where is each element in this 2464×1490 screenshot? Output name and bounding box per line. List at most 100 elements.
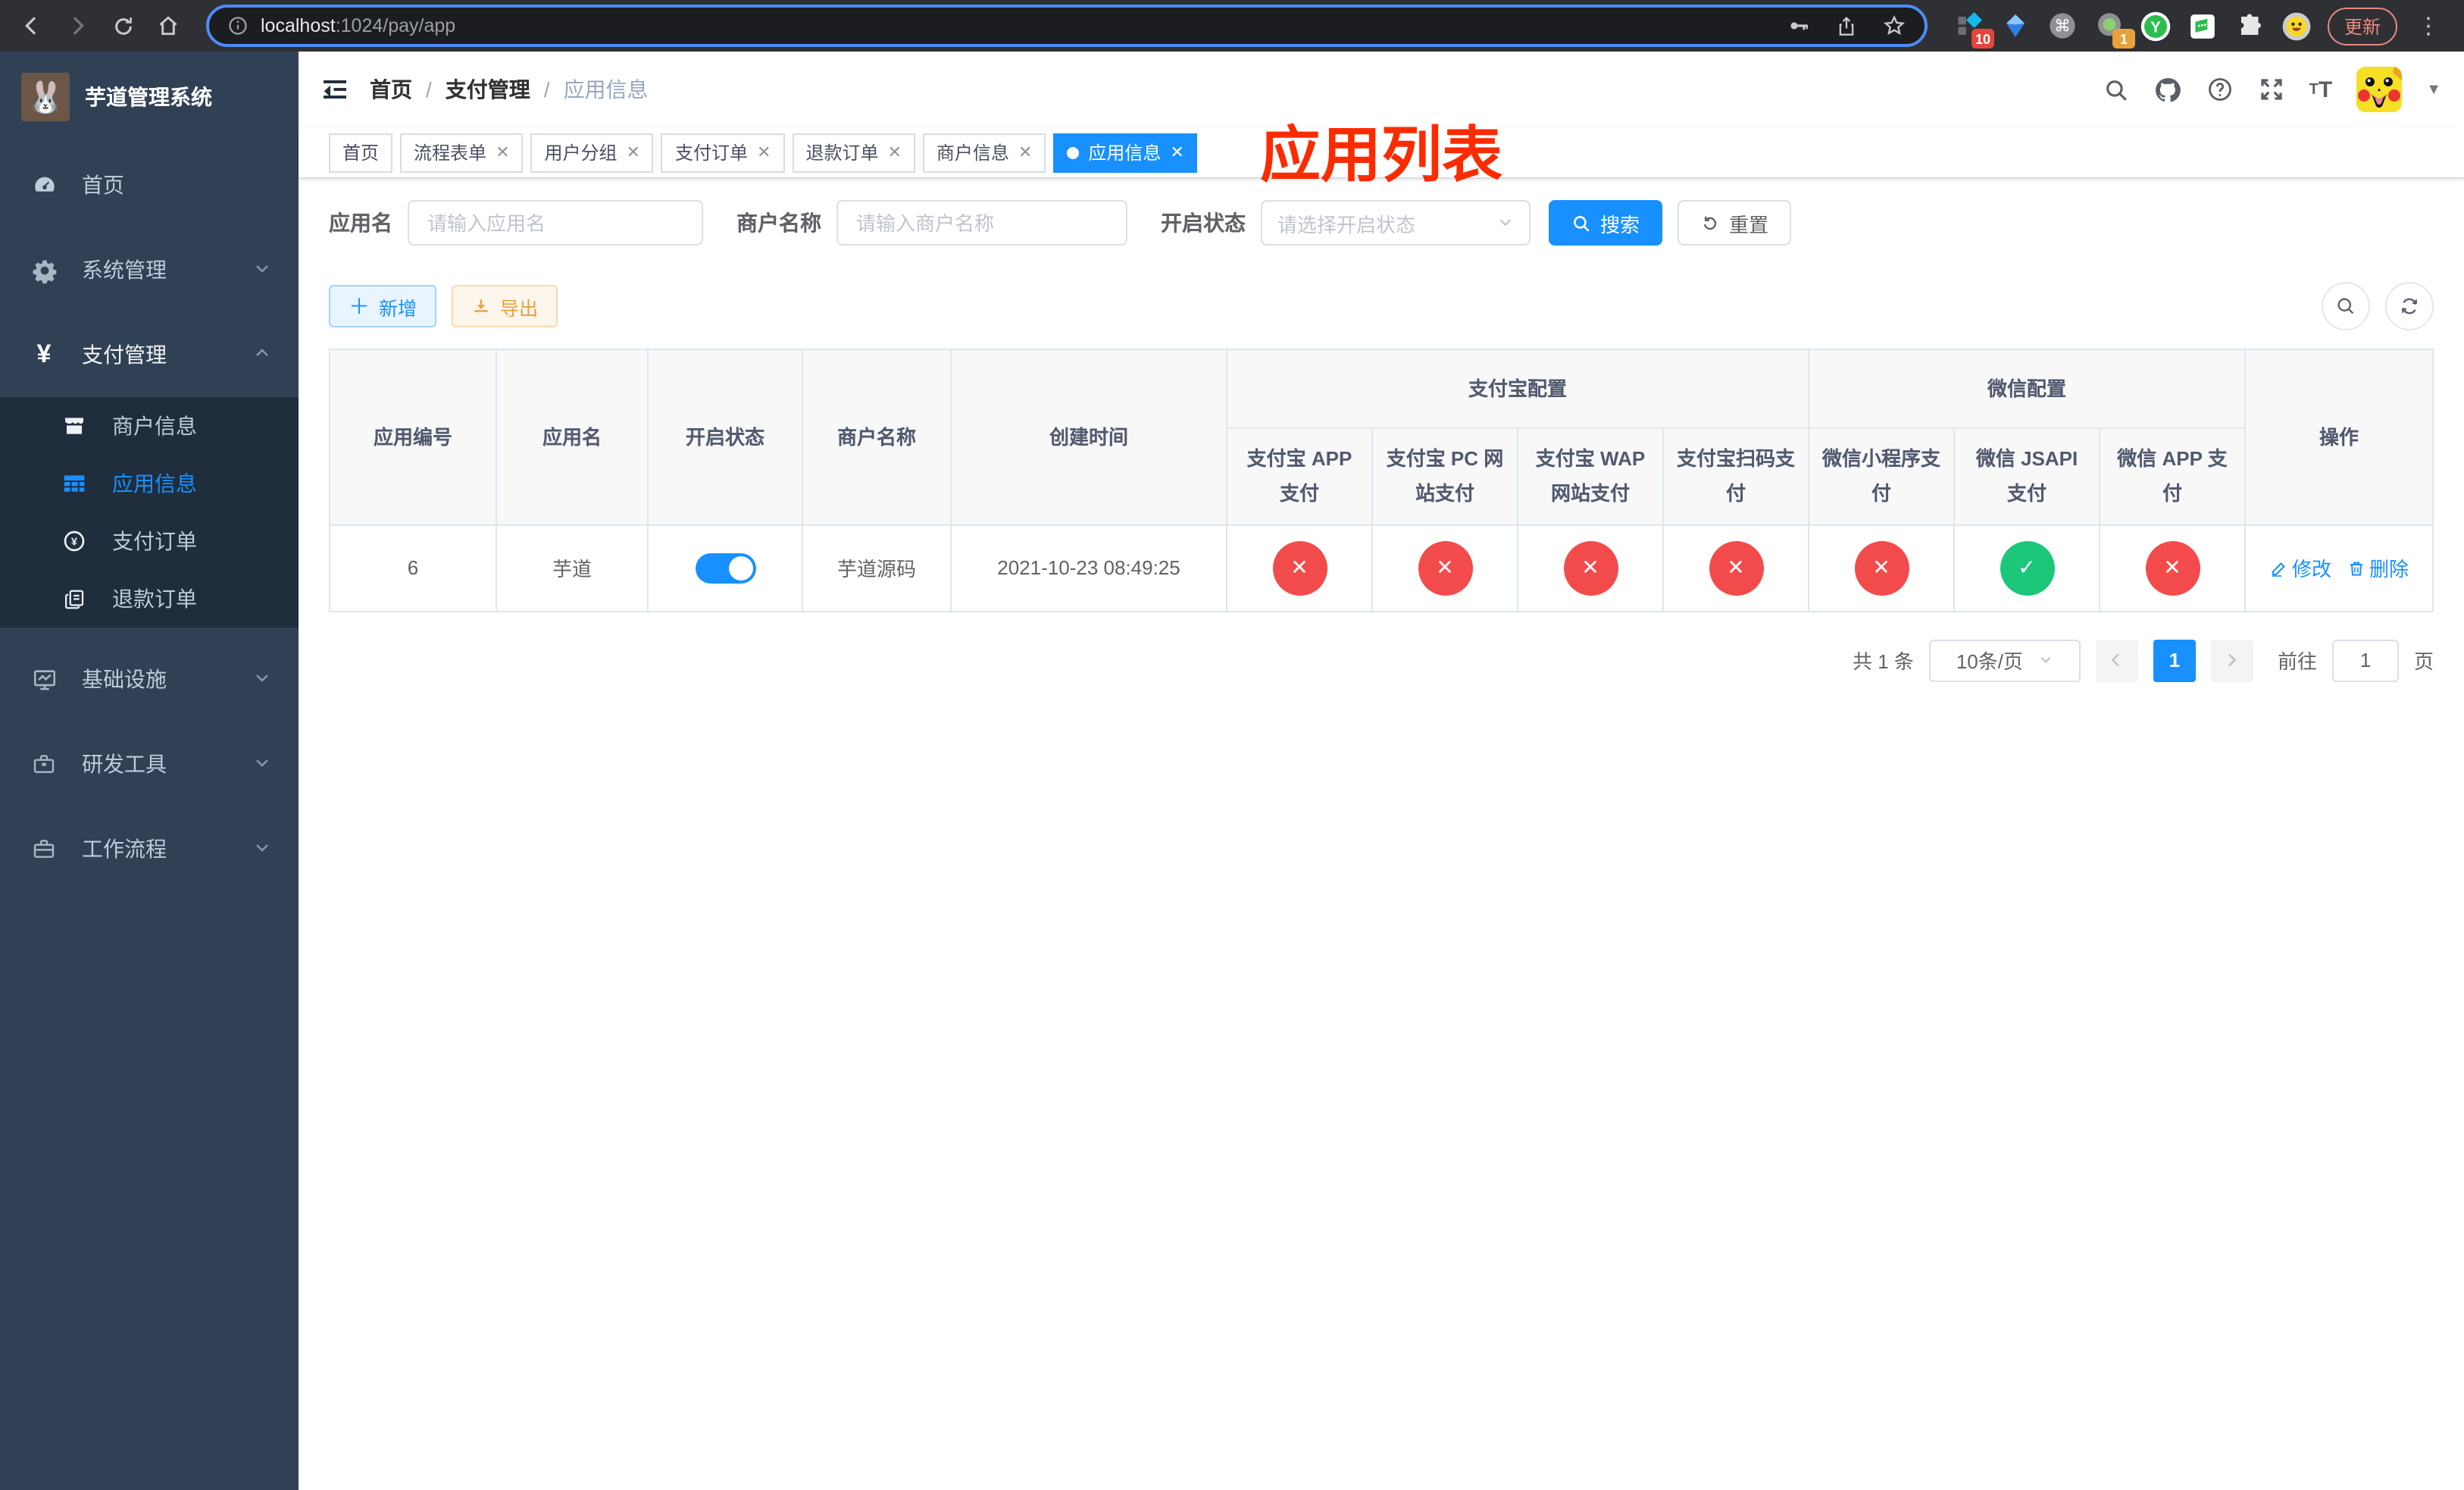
cell-app-name: 芋道 [496, 524, 649, 612]
tab-home[interactable]: 首页 [329, 133, 393, 172]
config-status-badge: ✕ [2145, 540, 2200, 596]
col-header-app-name: 应用名 [496, 349, 649, 526]
close-icon[interactable]: ✕ [1170, 142, 1184, 162]
delete-link[interactable]: 删除 [2347, 554, 2409, 583]
breadcrumb: 首页 / 支付管理 / 应用信息 [370, 74, 649, 105]
browser-menu-icon[interactable]: ⋮ [2411, 12, 2446, 39]
page-size-select[interactable]: 10条/页 [1928, 639, 2081, 682]
cell-created: 2021-10-23 08:49:25 [950, 524, 1227, 612]
pagination: 共 1 条 10条/页 1 前往 1 页 [329, 639, 2434, 682]
sidebar-item-home[interactable]: 首页 [0, 142, 299, 227]
url-bar[interactable]: localhost:1024/pay/app [206, 5, 1928, 47]
chevron-down-icon [253, 752, 271, 776]
page-number-button[interactable]: 1 [2153, 639, 2196, 682]
total-count: 共 1 条 [1853, 650, 1914, 674]
config-status-badge: ✕ [1418, 540, 1472, 596]
sidebar-logo[interactable]: 🐰 芋道管理系统 [0, 52, 299, 142]
goto-label: 前往 [2277, 650, 2317, 674]
sidebar-item-label: 工作流程 [82, 837, 167, 861]
ext-chat-icon[interactable] [2187, 9, 2220, 42]
sidebar-item-payment[interactable]: ¥ 支付管理 [0, 312, 299, 397]
fullscreen-icon[interactable] [2258, 76, 2285, 103]
export-button[interactable]: 导出 [452, 285, 558, 327]
tab-pay-order[interactable]: 支付订单 ✕ [661, 133, 785, 172]
header-search-icon[interactable] [2103, 77, 2129, 102]
show-search-toggle-button[interactable] [2322, 282, 2370, 330]
extensions-puzzle-icon[interactable] [2234, 9, 2267, 42]
tab-merchant-info[interactable]: 商户信息 ✕ [922, 133, 1046, 172]
shop-icon [61, 414, 88, 438]
chevron-down-icon [253, 258, 271, 282]
browser-toolbar: localhost:1024/pay/app 10 ⌘ 1 Y 更新 ⋮ [0, 0, 2464, 52]
app-name-input[interactable] [408, 200, 703, 246]
password-key-icon[interactable] [1787, 14, 1811, 38]
sidebar-item-dev-tools[interactable]: 研发工具 [0, 722, 299, 806]
next-page-button[interactable] [2210, 639, 2253, 682]
ext-green-dot-icon[interactable]: 1 [2093, 9, 2135, 49]
close-icon[interactable]: ✕ [496, 142, 509, 162]
ext-yudao-icon[interactable]: Y [2140, 9, 2173, 42]
tab-process-form[interactable]: 流程表单 ✕ [400, 133, 524, 172]
add-button[interactable]: ＋ 新增 [329, 285, 437, 327]
status-select[interactable]: 请选择开启状态 [1261, 200, 1531, 246]
sidebar-item-label: 首页 [82, 173, 124, 197]
github-icon[interactable] [2153, 75, 2182, 104]
breadcrumb-home[interactable]: 首页 [370, 74, 412, 105]
monitor-chart-icon [30, 666, 58, 692]
ext-grid-diamond-icon[interactable]: 10 [1952, 9, 1994, 49]
url-text[interactable]: localhost:1024/pay/app [261, 15, 455, 36]
ext-smiley-profile-icon[interactable] [2281, 9, 2314, 42]
bookmark-star-icon[interactable] [1882, 14, 1906, 38]
reload-button[interactable] [103, 6, 142, 45]
edit-link[interactable]: 修改 [2269, 554, 2331, 583]
close-icon[interactable]: ✕ [887, 142, 901, 162]
merchant-name-input[interactable] [836, 200, 1127, 246]
sidebar-item-app-info[interactable]: 应用信息 [0, 455, 299, 512]
breadcrumb-section[interactable]: 支付管理 [446, 74, 530, 105]
close-icon[interactable]: ✕ [757, 142, 771, 162]
share-icon[interactable] [1835, 14, 1858, 37]
ext-command-icon[interactable]: ⌘ [2046, 9, 2079, 42]
chevron-up-icon [253, 343, 271, 367]
home-button[interactable] [149, 6, 188, 45]
site-info-icon[interactable] [227, 15, 249, 36]
ext-kite-icon[interactable] [1999, 9, 2032, 42]
refresh-table-button[interactable] [2385, 282, 2434, 330]
goto-page-input[interactable] [2331, 639, 2399, 682]
avatar-caret-icon[interactable]: ▼ [2426, 81, 2441, 98]
cell-wx-mini: ✕ [1808, 524, 1956, 612]
font-size-icon[interactable]: TT [2309, 77, 2333, 102]
back-button[interactable] [12, 6, 52, 45]
search-button[interactable]: 搜索 [1549, 200, 1663, 246]
col-header-alipay-app: 支付宝 APP 支付 [1226, 427, 1373, 526]
browser-update-button[interactable]: 更新 [2327, 7, 2397, 45]
cell-app-id: 6 [329, 524, 497, 612]
sidebar-item-system[interactable]: 系统管理 [0, 227, 299, 312]
sidebar-item-pay-order[interactable]: ¥ 支付订单 [0, 512, 299, 570]
close-icon[interactable]: ✕ [627, 142, 640, 162]
sidebar-fold-icon[interactable] [321, 76, 349, 103]
grid-table-icon [61, 471, 88, 496]
payment-submenu: 商户信息 应用信息 ¥ 支付订单 退款订单 [0, 397, 299, 628]
tab-app-info[interactable]: 应用信息 ✕ [1053, 133, 1198, 172]
tab-refund-order[interactable]: 退款订单 ✕ [792, 133, 915, 172]
forward-button[interactable] [58, 6, 97, 45]
sidebar-item-infrastructure[interactable]: 基础设施 [0, 637, 299, 722]
document-copy-icon [61, 587, 88, 610]
prev-page-button[interactable] [2095, 639, 2138, 682]
sidebar-item-refund-order[interactable]: 退款订单 [0, 570, 299, 628]
user-avatar[interactable] [2356, 67, 2403, 112]
active-dot [1067, 146, 1080, 158]
tab-user-group[interactable]: 用户分组 ✕ [530, 133, 654, 172]
briefcase-icon [30, 837, 58, 861]
close-icon[interactable]: ✕ [1018, 142, 1032, 162]
cell-alipay-qr: ✕ [1662, 524, 1810, 612]
sidebar-item-workflow[interactable]: 工作流程 [0, 806, 299, 891]
help-icon[interactable] [2206, 76, 2234, 103]
col-header-wx-mini: 微信小程序支付 [1808, 427, 1956, 526]
sidebar-item-merchant-info[interactable]: 商户信息 [0, 397, 299, 455]
col-group-alipay: 支付宝配置 [1225, 349, 1810, 429]
ext-badge: 1 [2112, 29, 2135, 49]
reset-button[interactable]: 重置 [1678, 200, 1792, 246]
status-toggle[interactable] [695, 552, 755, 584]
